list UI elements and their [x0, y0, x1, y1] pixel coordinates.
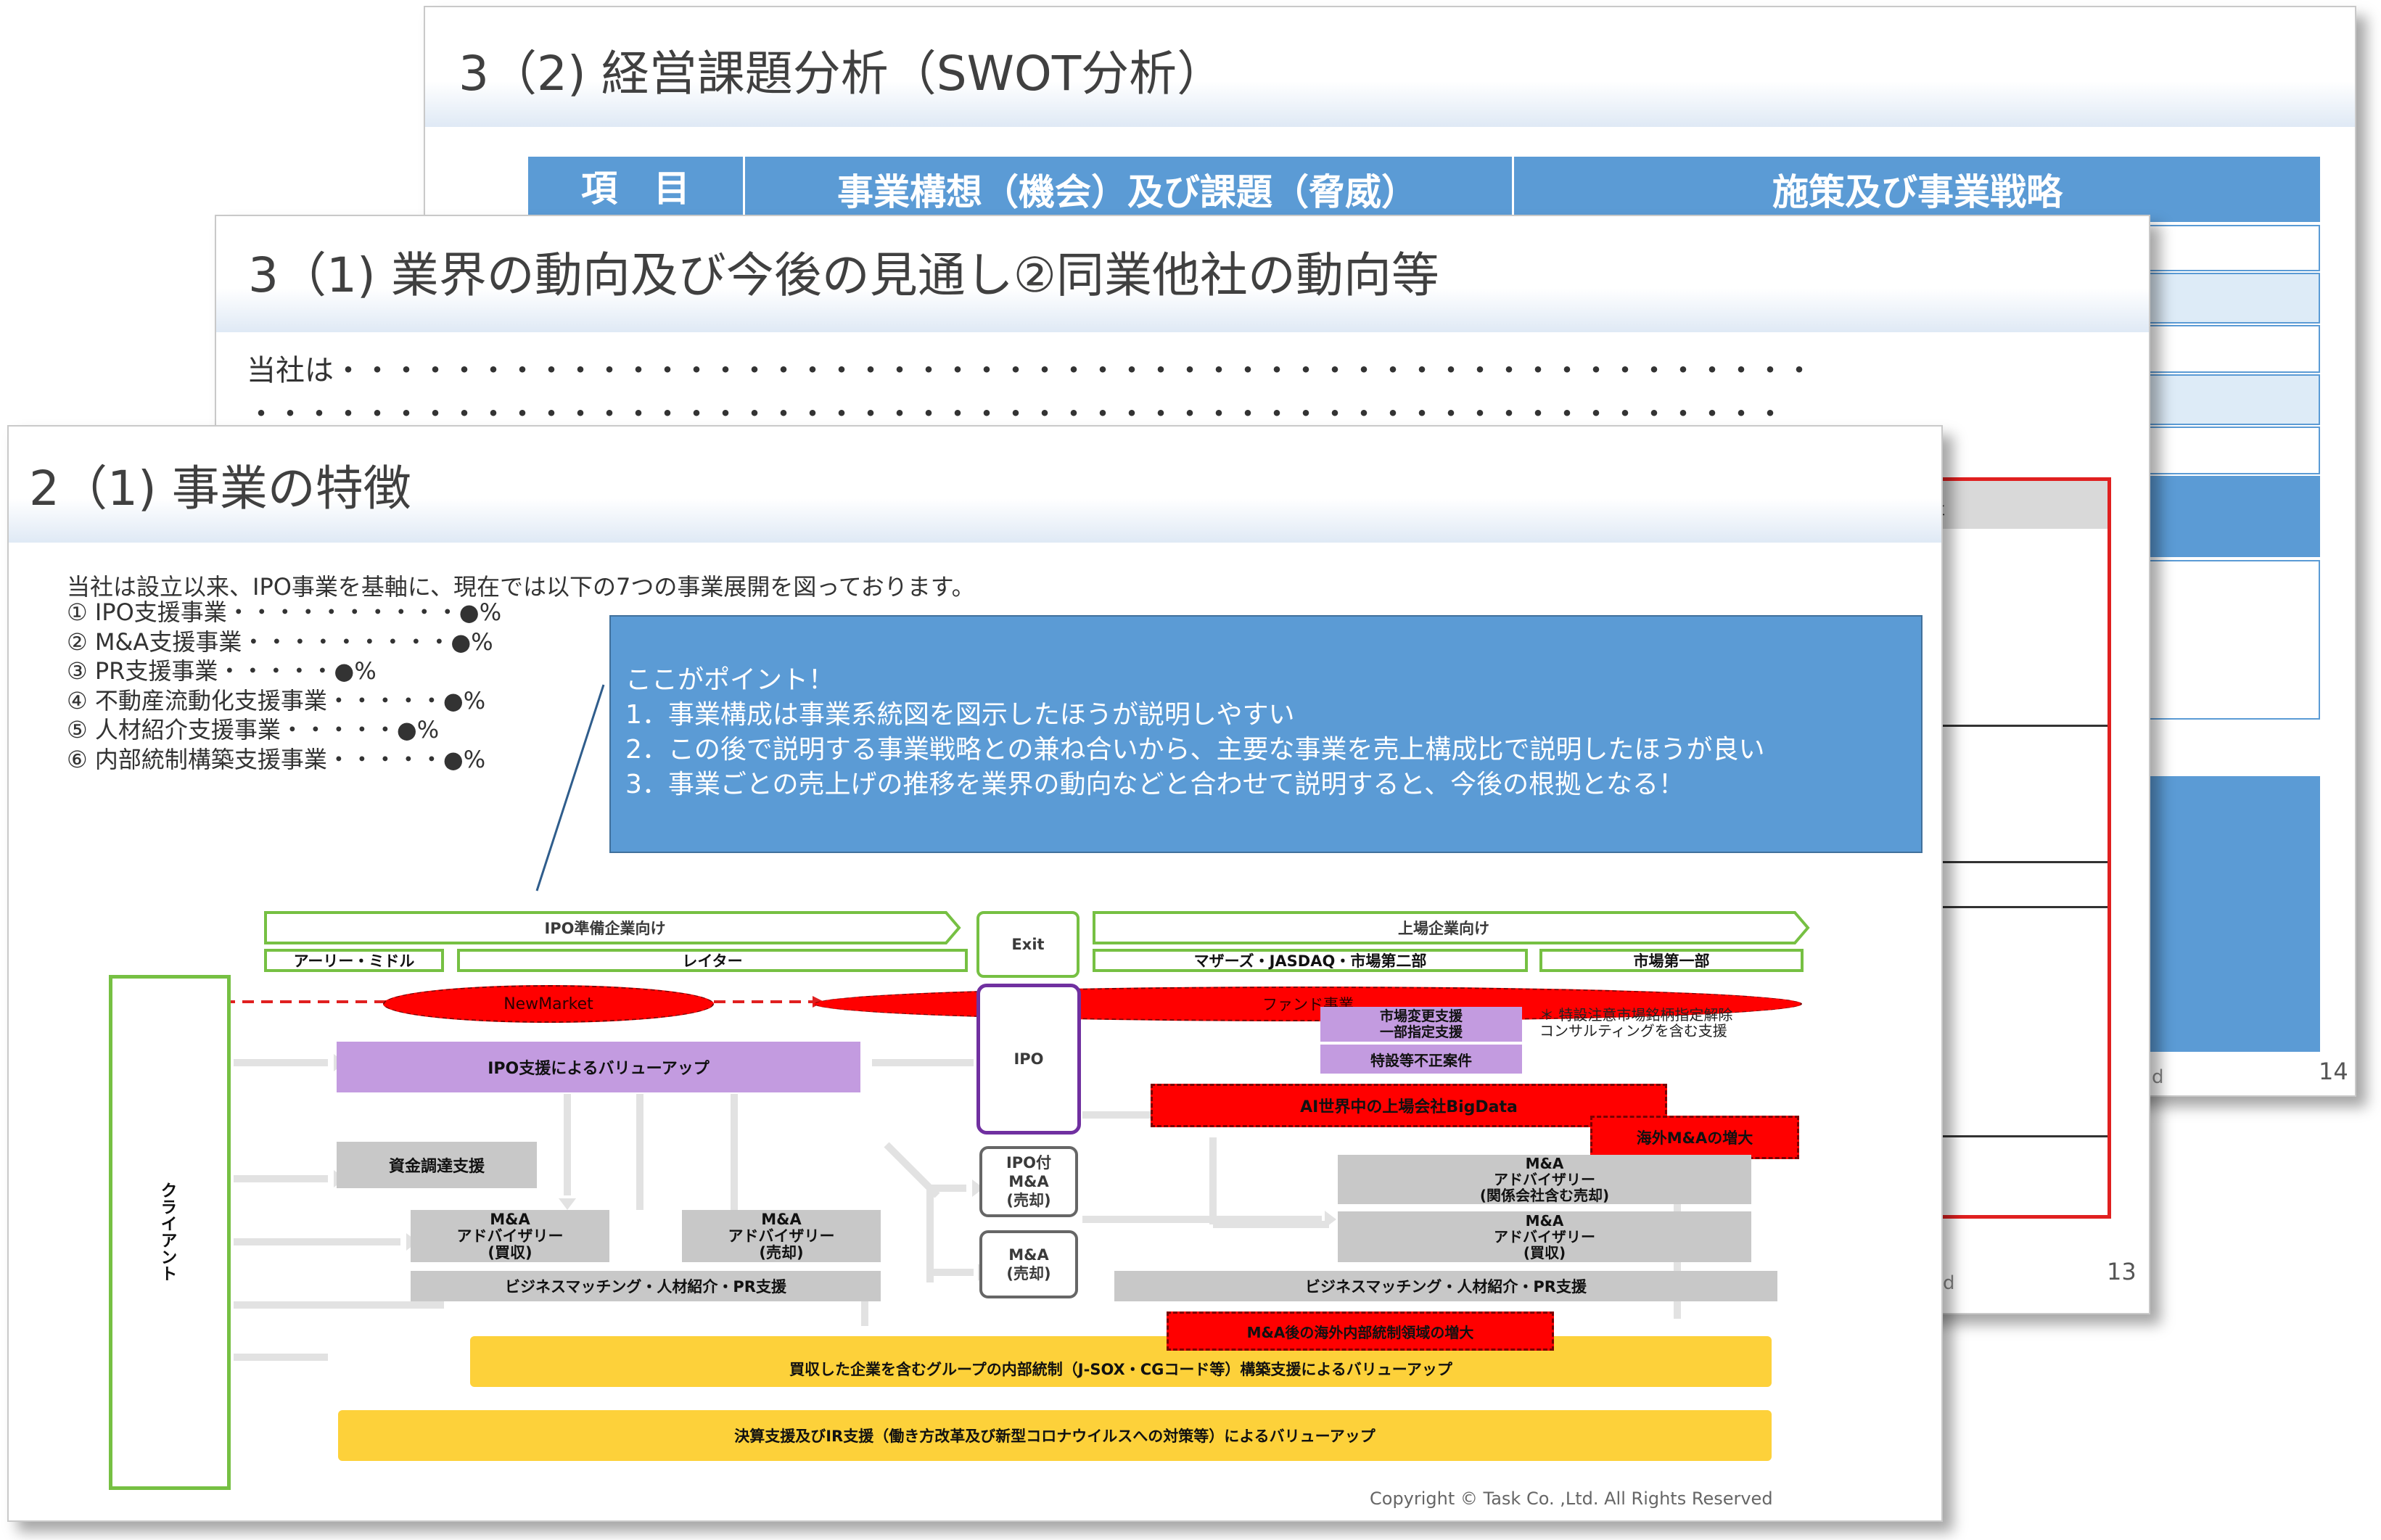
segment-listed: 上場企業向け	[1093, 911, 1811, 944]
stage-early-mid: アーリー・ミドル	[264, 949, 444, 972]
slide-title: 3（1) 業界の動向及び今後の見通し②同業他社の動向等	[248, 247, 1439, 303]
ir-support-bar: 決算支援及びIR支援（働き方改革及び新型コロナウイルスへの対策等）によるバリュー…	[338, 1410, 1772, 1461]
ipo-valueup-box: IPO支援によるバリューアップ	[337, 1042, 860, 1092]
segment-ipo-prep: IPO準備企業向け	[264, 911, 962, 944]
client-label: クライアント	[157, 1182, 176, 1282]
segment-label: 上場企業向け	[1398, 920, 1489, 937]
newmarket-oval: NewMarket	[383, 985, 714, 1023]
client-box: クライアント	[109, 975, 231, 1490]
business-matching-left: ビジネスマッチング・人材紹介・PR支援	[411, 1271, 881, 1301]
slide-title: 3（2) 経営課題分析（SWOT分析）	[458, 46, 1225, 102]
page-number: 14	[2319, 1058, 2348, 1085]
slide-business-features: 2（1) 事業の特徴 当社は設立以来、IPO事業を基軸に、現在では以下の7つの事…	[7, 425, 1943, 1522]
business-system-diagram: IPO準備企業向け アーリー・ミドル レイター Exit 上場企業向け マザーズ…	[9, 427, 1941, 1520]
body-line: 当社は・・・・・・・・・・・・・・・・・・・・・・・・・・・・・・・・・・・・・…	[247, 354, 1814, 387]
overseas-internal-control-box: M&A後の海外内部統制領域の増大	[1167, 1312, 1554, 1351]
segment-label: IPO準備企業向け	[544, 920, 666, 937]
ipo-ma-box: IPO付 M&A (売却)	[979, 1146, 1078, 1217]
footer-fragment: d	[1943, 1272, 1955, 1294]
header-opportunity: 事業構想（機会）及び課題（脅威）	[743, 157, 1514, 222]
ma-advisory-buy-right: M&A アドバイザリー (買収)	[1338, 1211, 1751, 1262]
market-change-box: 市場変更支援 一部指定支援	[1320, 1007, 1522, 1042]
exit-box: Exit	[976, 911, 1080, 978]
ma-advisory-sell-left: M&A アドバイザリー (売却)	[682, 1210, 881, 1262]
stage-first-section: 市場第一部	[1539, 949, 1804, 972]
ma-advisory-group-sell: M&A アドバイザリー (関係会社含む売却)	[1338, 1155, 1751, 1204]
stage-mothers: マザーズ・JASDAQ・市場第二部	[1093, 949, 1528, 972]
business-matching-right: ビジネスマッチング・人材紹介・PR支援	[1114, 1271, 1777, 1301]
page-number: 13	[2107, 1258, 2137, 1285]
stage-later: レイター	[457, 949, 968, 972]
ipo-box: IPO	[976, 984, 1081, 1135]
delisting-note: ＊ 特設注意市場銘柄指定解除 コンサルティングを含む支援	[1539, 1006, 1733, 1039]
ma-sell-box: M&A (売却)	[979, 1230, 1078, 1298]
copyright: Copyright © Task Co. ,Ltd. All Rights Re…	[1370, 1488, 1773, 1509]
funding-support-box: 資金調達支援	[337, 1142, 537, 1188]
overseas-ma-box: 海外M&Aの増大	[1590, 1116, 1799, 1159]
ma-advisory-buy-left: M&A アドバイザリー (買収)	[411, 1210, 609, 1262]
internal-control-bar: 買収した企業を含むグループの内部統制（J-SOX・CGコード等）構築支援によるバ…	[470, 1336, 1772, 1387]
special-case-box: 特設等不正案件	[1320, 1045, 1522, 1074]
header-item: 項 目	[528, 157, 745, 215]
header-strategy: 施策及び事業戦略	[1772, 171, 2063, 213]
footer-fragment: d	[2152, 1066, 2164, 1088]
